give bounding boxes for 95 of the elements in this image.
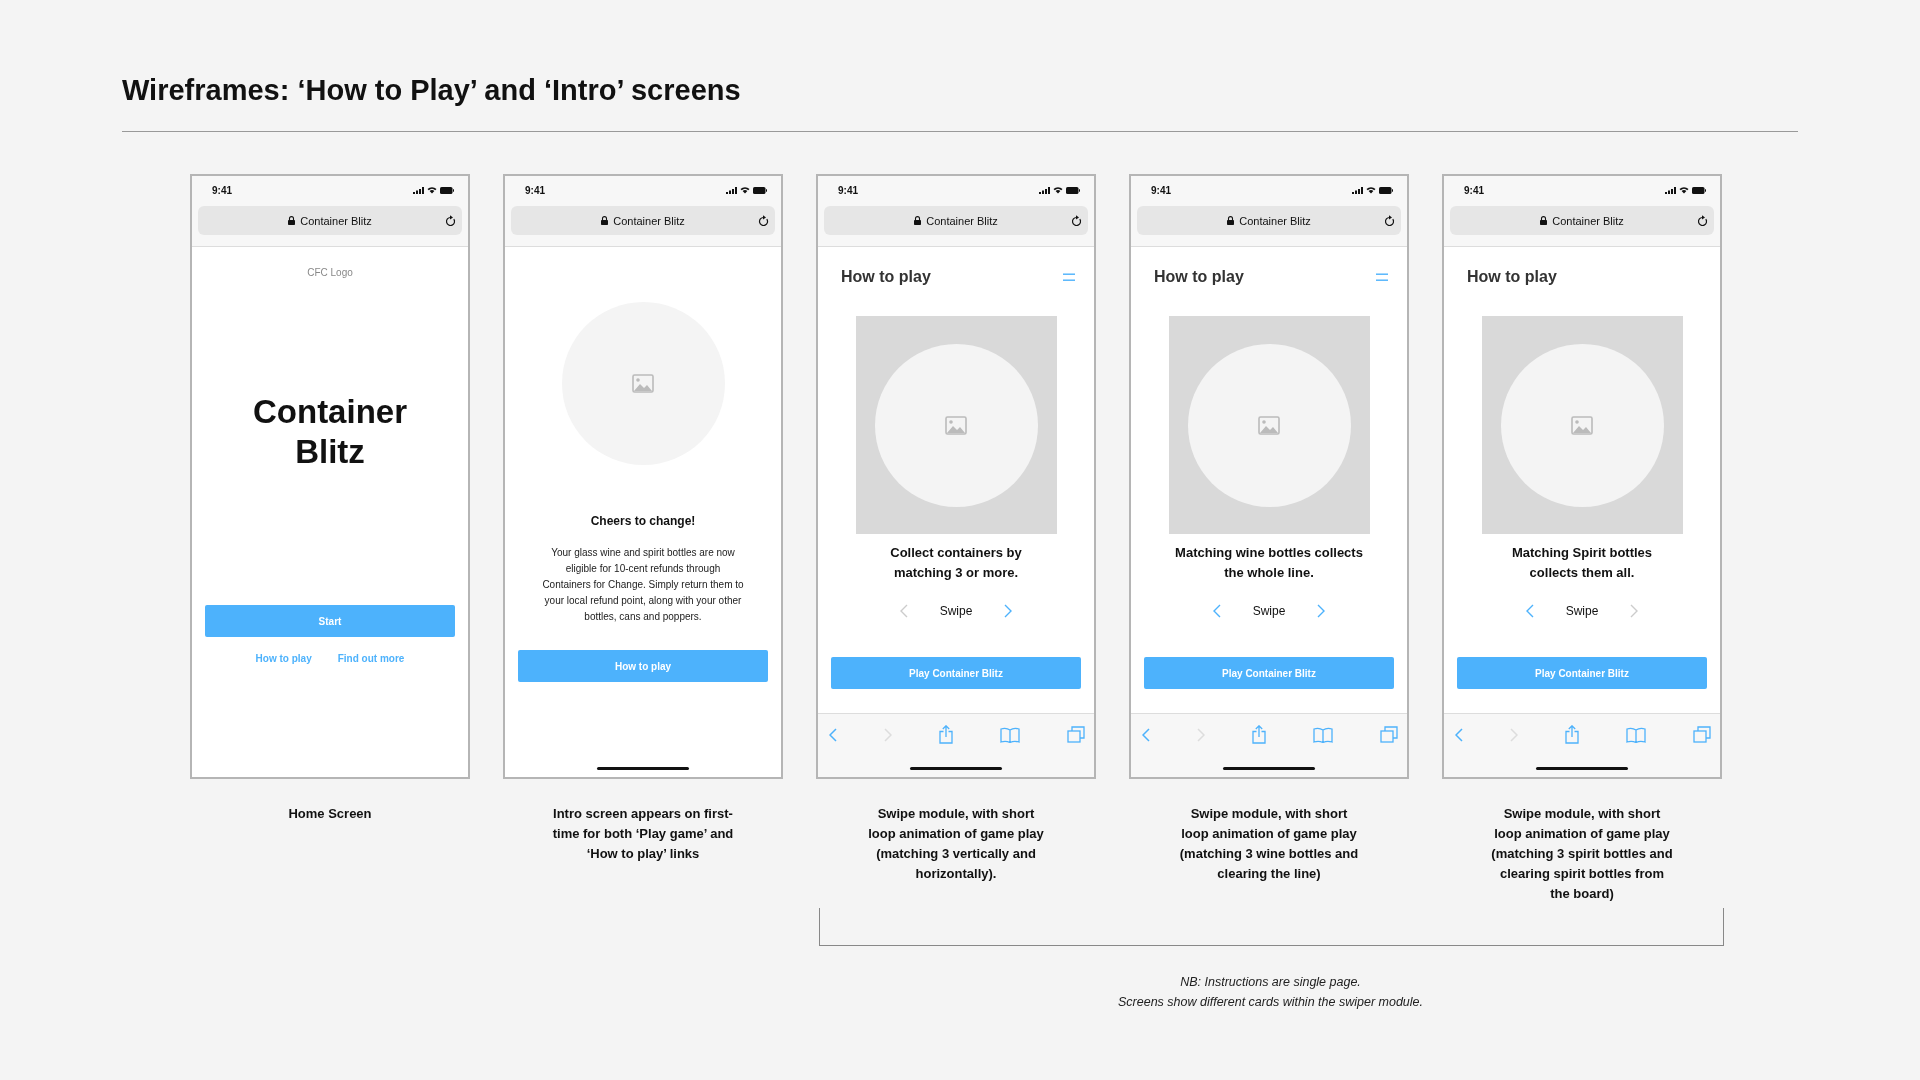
- previous-button[interactable]: [1525, 604, 1534, 618]
- page-title: Wireframes: ‘How to Play’ and ‘Intro’ screens: [122, 73, 742, 108]
- lock-icon: [601, 216, 609, 225]
- address-bar[interactable]: Container Blitz: [1450, 206, 1714, 235]
- address-text: Container Blitz: [613, 214, 685, 227]
- page-heading: How to play: [1154, 268, 1244, 286]
- image-icon: [1571, 415, 1593, 435]
- previous-button[interactable]: [899, 604, 908, 618]
- next-button[interactable]: [1004, 604, 1013, 618]
- address-bar[interactable]: Container Blitz: [511, 206, 775, 235]
- status-time: 9:41: [212, 184, 232, 196]
- address-text: Container Blitz: [1552, 214, 1624, 227]
- intro-heading: Cheers to change!: [590, 514, 696, 528]
- reload-icon[interactable]: [1384, 215, 1395, 227]
- screen-caption: Swipe module, with short loop animation of game play (matching 3 spirit bottles and clearing spirit bottles from the board): [1490, 805, 1674, 903]
- lock-icon: [1227, 216, 1235, 225]
- reload-icon[interactable]: [1697, 215, 1708, 227]
- status-time: 9:41: [1151, 184, 1171, 196]
- address-text: Container Blitz: [1239, 214, 1311, 227]
- lock-icon: [1540, 216, 1548, 225]
- reload-icon[interactable]: [1071, 215, 1082, 227]
- swipe-label: Swipe: [1252, 604, 1286, 618]
- card-text: Matching Spirit bottles collects them all.: [1510, 544, 1654, 582]
- address-bar[interactable]: Container Blitz: [1137, 206, 1401, 235]
- play-button[interactable]: Play Container Blitz: [831, 657, 1081, 689]
- tabs-icon[interactable]: [1693, 726, 1711, 743]
- page-heading: How to play: [1467, 268, 1557, 286]
- note-text: NB: Instructions are single page.: [1180, 974, 1361, 991]
- text-link[interactable]: How to play: [255, 653, 312, 664]
- play-button[interactable]: Play Container Blitz: [1144, 657, 1394, 689]
- swipe-label: Swipe: [1565, 604, 1599, 618]
- screen-caption: Intro screen appears on first-time for both ‘Play game’ and ‘How to play’ links: [551, 805, 735, 863]
- signal-icon: [1665, 186, 1676, 194]
- address-bar[interactable]: Container Blitz: [824, 206, 1088, 235]
- note-text: Screens show different cards within the swiper module.: [1118, 994, 1423, 1011]
- battery-icon: [1379, 186, 1393, 194]
- card-text: Matching wine bottles collects the whole line.: [1174, 544, 1364, 582]
- wifi-icon: [427, 186, 437, 194]
- lock-icon: [914, 216, 922, 225]
- signal-icon: [413, 186, 424, 194]
- screen-caption: Swipe module, with short loop animation of game play (matching 3 vertically and horizontally).: [867, 805, 1045, 883]
- signal-icon: [726, 186, 737, 194]
- wifi-icon: [740, 186, 750, 194]
- lock-icon: [288, 216, 296, 225]
- address-bar[interactable]: Container Blitz: [198, 206, 462, 235]
- previous-button[interactable]: [1212, 604, 1221, 618]
- back-icon[interactable]: [1142, 727, 1150, 742]
- status-time: 9:41: [838, 184, 858, 196]
- back-icon[interactable]: [1455, 727, 1463, 742]
- share-icon[interactable]: [1565, 725, 1579, 744]
- swipe-label: Swipe: [939, 604, 973, 618]
- wifi-icon: [1366, 186, 1376, 194]
- next-button[interactable]: [1630, 604, 1639, 618]
- forward-icon[interactable]: [884, 727, 892, 742]
- next-button[interactable]: [1317, 604, 1326, 618]
- menu-icon[interactable]: [1063, 272, 1075, 282]
- bookmarks-icon[interactable]: [1000, 726, 1020, 743]
- app-title: Container Blitz: [252, 392, 408, 472]
- image-icon: [945, 415, 967, 435]
- text-link[interactable]: Find out more: [337, 653, 405, 664]
- image-icon: [1258, 415, 1280, 435]
- address-text: Container Blitz: [926, 214, 998, 227]
- bookmarks-icon[interactable]: [1626, 726, 1646, 743]
- status-time: 9:41: [525, 184, 545, 196]
- wifi-icon: [1679, 186, 1689, 194]
- battery-icon: [1692, 186, 1706, 194]
- forward-icon[interactable]: [1510, 727, 1518, 742]
- tabs-icon[interactable]: [1067, 726, 1085, 743]
- reload-icon[interactable]: [445, 215, 456, 227]
- status-time: 9:41: [1464, 184, 1484, 196]
- intro-text: Your glass wine and spirit bottles are now eligible for 10-cent refunds through Containers for Change. Simply return them to your local refund point, along with your other bottles, cans and poppers.: [541, 546, 745, 624]
- card-text: Collect containers by matching 3 or more.: [889, 544, 1023, 582]
- screen-caption: Swipe module, with short loop animation of game play (matching 3 wine bottles and clearing the line): [1178, 805, 1360, 883]
- tabs-icon[interactable]: [1380, 726, 1398, 743]
- share-icon[interactable]: [1252, 725, 1266, 744]
- signal-icon: [1352, 186, 1363, 194]
- battery-icon: [753, 186, 767, 194]
- wifi-icon: [1053, 186, 1063, 194]
- start-button[interactable]: Start: [205, 605, 455, 637]
- how-to-play-button[interactable]: How to play: [518, 650, 768, 682]
- bookmarks-icon[interactable]: [1313, 726, 1333, 743]
- battery-icon: [1066, 186, 1080, 194]
- back-icon[interactable]: [829, 727, 837, 742]
- screen-caption: Home Screen: [287, 805, 373, 823]
- logo-label: CFC Logo: [307, 267, 353, 278]
- battery-icon: [440, 186, 454, 194]
- share-icon[interactable]: [939, 725, 953, 744]
- signal-icon: [1039, 186, 1050, 194]
- address-text: Container Blitz: [300, 214, 372, 227]
- menu-icon[interactable]: [1376, 272, 1388, 282]
- forward-icon[interactable]: [1197, 727, 1205, 742]
- reload-icon[interactable]: [758, 215, 769, 227]
- play-button[interactable]: Play Container Blitz: [1457, 657, 1707, 689]
- page-heading: How to play: [841, 268, 931, 286]
- image-icon: [632, 374, 654, 393]
